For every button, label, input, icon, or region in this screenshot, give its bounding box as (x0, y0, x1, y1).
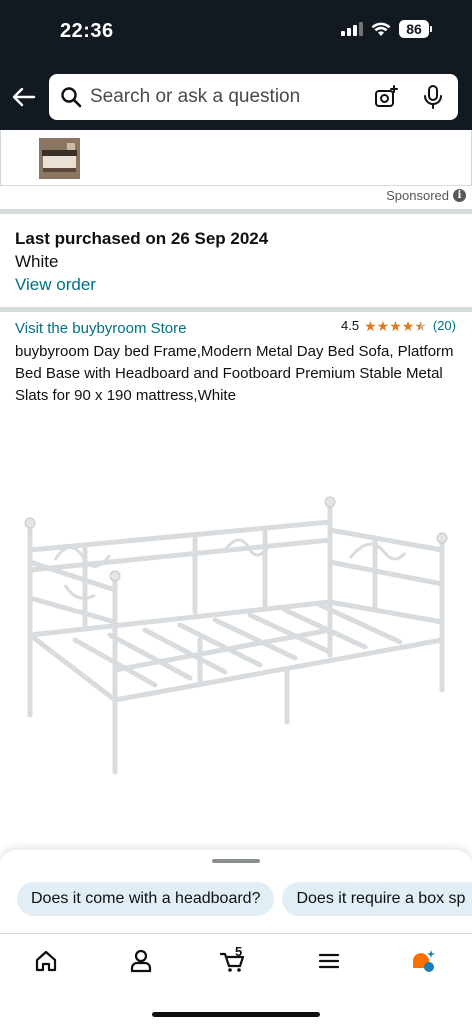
status-icons: 86 (341, 20, 432, 38)
battery-icon: 86 (399, 20, 432, 38)
question-chips: Does it come with a headboard? Does it r… (17, 882, 472, 916)
product-image[interactable] (15, 490, 455, 780)
rating-count: (20) (432, 318, 456, 333)
star-full-icon: ★ (401, 317, 415, 334)
status-time: 22:36 (60, 20, 114, 42)
tab-menu[interactable] (316, 948, 346, 978)
purchased-color: White (15, 252, 59, 271)
rating-summary[interactable]: 4.5 ★ ★ ★ ★ ★ (20) (341, 318, 456, 333)
bottom-tab-bar: 5 (0, 933, 472, 1024)
rufus-icon (413, 950, 435, 972)
section-divider (0, 209, 472, 214)
product-title: buybyroom Day bed Frame,Modern Metal Day… (15, 343, 454, 404)
tab-home[interactable] (33, 948, 63, 978)
search-icon (61, 87, 82, 108)
home-icon (35, 950, 57, 972)
question-chip[interactable]: Does it require a box sp (282, 882, 472, 916)
info-icon[interactable]: i (453, 189, 466, 202)
star-full-icon: ★ (376, 317, 390, 334)
account-icon (130, 949, 152, 973)
search-box[interactable] (49, 74, 458, 120)
battery-level: 86 (399, 20, 429, 38)
menu-icon (318, 953, 340, 969)
tab-account[interactable] (128, 948, 158, 978)
home-indicator (152, 1012, 320, 1017)
star-full-icon: ★ (389, 317, 402, 334)
search-input[interactable] (90, 86, 350, 108)
status-bar: 22:36 86 (0, 0, 472, 66)
question-chip[interactable]: Does it come with a headboard? (17, 882, 275, 916)
view-order-link[interactable]: View order (15, 275, 268, 295)
rating-value: 4.5 (340, 318, 360, 333)
store-link[interactable]: Visit the buybyroom Store (15, 320, 186, 337)
cart-count-badge: 5 (235, 944, 243, 959)
microphone-icon[interactable] (422, 85, 444, 109)
star-rating: ★ ★ ★ ★ ★ (364, 319, 427, 333)
star-full-icon: ★ (364, 317, 377, 334)
sheet-grabber[interactable] (212, 859, 260, 863)
signal-icon (341, 22, 363, 36)
search-header (0, 66, 472, 130)
last-purchased-section: Last purchased on 26 Sep 2024 White View… (15, 229, 268, 295)
last-purchased-title: Last purchased on 26 Sep 2024 (15, 229, 269, 248)
back-arrow-icon[interactable] (10, 83, 38, 111)
wifi-icon (371, 22, 391, 36)
section-divider (0, 307, 472, 312)
camera-search-icon[interactable] (374, 85, 398, 109)
sponsored-label[interactable]: Sponsored i (386, 188, 466, 203)
tab-rufus[interactable] (410, 948, 440, 978)
sponsored-ad-strip[interactable] (0, 130, 472, 186)
star-half-icon: ★ (414, 317, 427, 334)
ad-thumbnail-image[interactable] (39, 138, 80, 179)
